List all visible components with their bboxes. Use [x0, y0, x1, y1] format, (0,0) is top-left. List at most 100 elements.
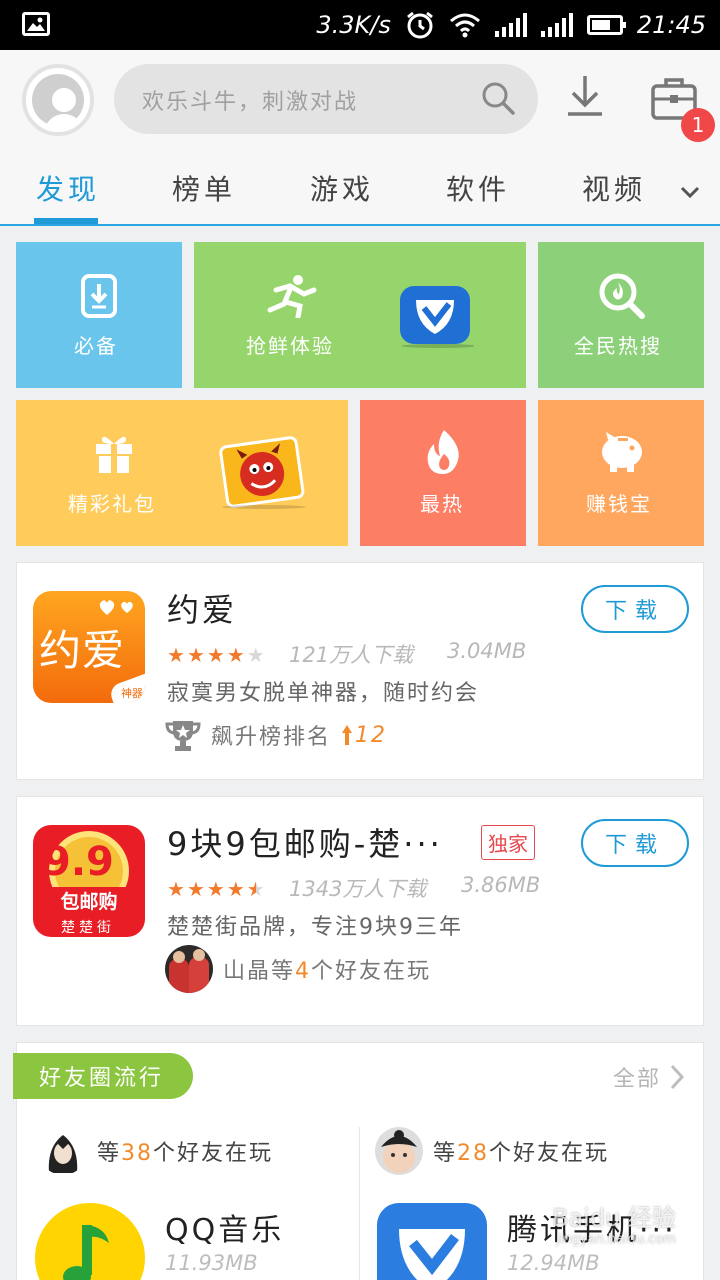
signal-icon: [540, 13, 573, 37]
rank-change: 12: [341, 723, 387, 748]
friend-suffix: 个好友在玩: [489, 1141, 610, 1166]
music-note-icon: [63, 1225, 109, 1280]
friend-avatar: [39, 1127, 87, 1175]
see-all-link[interactable]: 全部: [613, 1061, 685, 1093]
section-title: 好友圈流行: [13, 1053, 193, 1099]
watermark-subtext: jingyan.baidu.com: [556, 1232, 676, 1247]
tab-software[interactable]: 软件: [446, 168, 510, 208]
rank-label: 飙升榜排名: [211, 725, 332, 750]
app-name: 约爱: [167, 591, 238, 629]
gift-icon: [96, 436, 132, 473]
tab-discover[interactable]: 发现: [36, 168, 100, 208]
friend-count: 38: [121, 1141, 154, 1166]
app-icon-corner-text: 神器: [121, 687, 143, 700]
tab-games[interactable]: 游戏: [310, 168, 374, 208]
friends-count-line: 等28个好友在玩: [375, 1125, 609, 1177]
friend-count: 28: [457, 1141, 490, 1166]
app-card-99-shopping[interactable]: 9.9 包邮购 楚楚街 9块9包邮购-楚··· 独家 ★ ★ ★ ★ ★ 1343万人下…: [16, 796, 704, 1026]
tab-video[interactable]: 视频: [582, 168, 646, 208]
tile-early-access[interactable]: 抢鲜体验: [194, 242, 526, 388]
watermark-text: Baidu 经验: [552, 1204, 676, 1232]
friend-avatar: [165, 945, 213, 993]
download-button[interactable]: 下载: [581, 585, 689, 633]
download-count: 121万人下载: [289, 643, 414, 667]
friend-prefix: 等: [433, 1141, 458, 1166]
piggy-bank-icon: [602, 432, 642, 472]
signal-icon: [494, 13, 527, 37]
clock: 21:45: [636, 11, 706, 39]
user-avatar[interactable]: [22, 64, 94, 136]
app-name: 9块9包邮购-楚···: [167, 825, 443, 863]
rank-change-value: 12: [355, 722, 388, 748]
app-size: 11.93MB: [165, 1251, 258, 1275]
friend-suffix: 个好友在玩: [153, 1141, 274, 1166]
shield-icon: [399, 1229, 465, 1280]
game-promo-icon: [219, 436, 306, 509]
arrow-up-icon: [342, 725, 353, 745]
tile-label: 全民热搜: [574, 334, 662, 358]
qq-music-app-icon[interactable]: [35, 1203, 145, 1280]
tab-rankings[interactable]: 榜单: [172, 168, 236, 208]
app-header: 欢乐斗牛，刺激对战 1 发现 榜单 游戏 软件 视频: [0, 50, 720, 226]
flame-icon: [427, 430, 459, 474]
friend-suffix: 个好友在玩: [311, 959, 432, 984]
app-description: 楚楚街品牌，专注9块9三年: [167, 915, 463, 940]
download-manager-icon[interactable]: [560, 72, 610, 122]
network-speed: 3.3K/s: [316, 11, 391, 39]
app-size: 3.04MB: [447, 639, 527, 663]
friends-playing-line: 山晶等4个好友在玩: [165, 945, 431, 993]
hearts-icon: [99, 600, 133, 615]
gallery-icon: [22, 12, 50, 36]
app-size: 3.86MB: [461, 873, 541, 897]
app-description: 寂寞男女脱单神器，随时约会: [167, 681, 480, 706]
app-card-yueai[interactable]: 约爱 神器 约爱 ★ ★ ★ ★ ★ 121万人下载 3.04MB 寂寞男女脱单神器，随…: [16, 562, 704, 780]
friend-count: 4: [295, 959, 312, 984]
tile-essentials[interactable]: 必备: [16, 242, 182, 388]
friend-text: 山晶等4个好友在玩: [223, 953, 431, 985]
runner-icon: [267, 275, 317, 318]
tile-label: 抢鲜体验: [246, 334, 334, 358]
search-flame-icon: [599, 273, 645, 319]
search-input[interactable]: 欢乐斗牛，刺激对战: [114, 64, 538, 134]
tile-hottest[interactable]: 最热: [360, 400, 526, 546]
app-icon-small-text: 楚楚街: [61, 920, 115, 936]
category-tabs: 发现 榜单 游戏 软件 视频: [0, 160, 720, 226]
tile-label: 精彩礼包: [68, 492, 156, 516]
download-button[interactable]: 下载: [581, 819, 689, 867]
friend-prefix: 等: [97, 1141, 122, 1166]
search-placeholder: 欢乐斗牛，刺激对战: [142, 90, 359, 115]
tile-label: 赚钱宝: [586, 492, 652, 516]
tile-label: 必备: [74, 334, 118, 358]
tile-earn-money[interactable]: 赚钱宝: [538, 400, 704, 546]
wifi-icon: [449, 13, 480, 38]
chevron-right-icon: [670, 1064, 685, 1090]
download-count: 1343万人下载: [289, 877, 427, 901]
search-icon[interactable]: [480, 80, 516, 116]
rating-stars: ★ ★ ★ ★ ★: [167, 643, 265, 667]
tile-label: 最热: [420, 492, 464, 516]
friends-count-line: 等38个好友在玩: [39, 1125, 273, 1177]
friend-avatar: [375, 1127, 423, 1175]
security-app-promo-icon: [400, 286, 474, 348]
app-icon-price: 9.9: [43, 839, 114, 885]
friend-name: 山晶等: [223, 959, 296, 984]
chevron-down-icon[interactable]: [678, 180, 702, 204]
avatar-placeholder-icon: [32, 74, 84, 132]
column-divider: [359, 1127, 360, 1280]
active-tab-indicator: [34, 218, 98, 224]
app-icon-mid-text: 包邮购: [43, 887, 135, 913]
baidu-watermark: Baidu 经验 jingyan.baidu.com: [552, 1198, 676, 1247]
app-size: 12.94MB: [507, 1251, 600, 1275]
rank-line: 飙升榜排名 12: [165, 717, 387, 753]
tencent-security-app-icon[interactable]: [377, 1203, 487, 1280]
alarm-icon: [406, 11, 433, 39]
notification-badge: 1: [681, 108, 715, 142]
app-icon-text: 约爱: [39, 626, 126, 675]
status-bar: 3.3K/s 21:45: [0, 0, 720, 50]
yueai-app-icon: 约爱 神器: [33, 591, 145, 703]
rating-stars: ★ ★ ★ ★ ★: [167, 877, 265, 901]
tile-gift-packs[interactable]: 精彩礼包: [16, 400, 348, 546]
exclusive-badge: 独家: [481, 825, 535, 860]
tile-trending-search[interactable]: 全民热搜: [538, 242, 704, 388]
see-all-label: 全部: [612, 1067, 661, 1092]
